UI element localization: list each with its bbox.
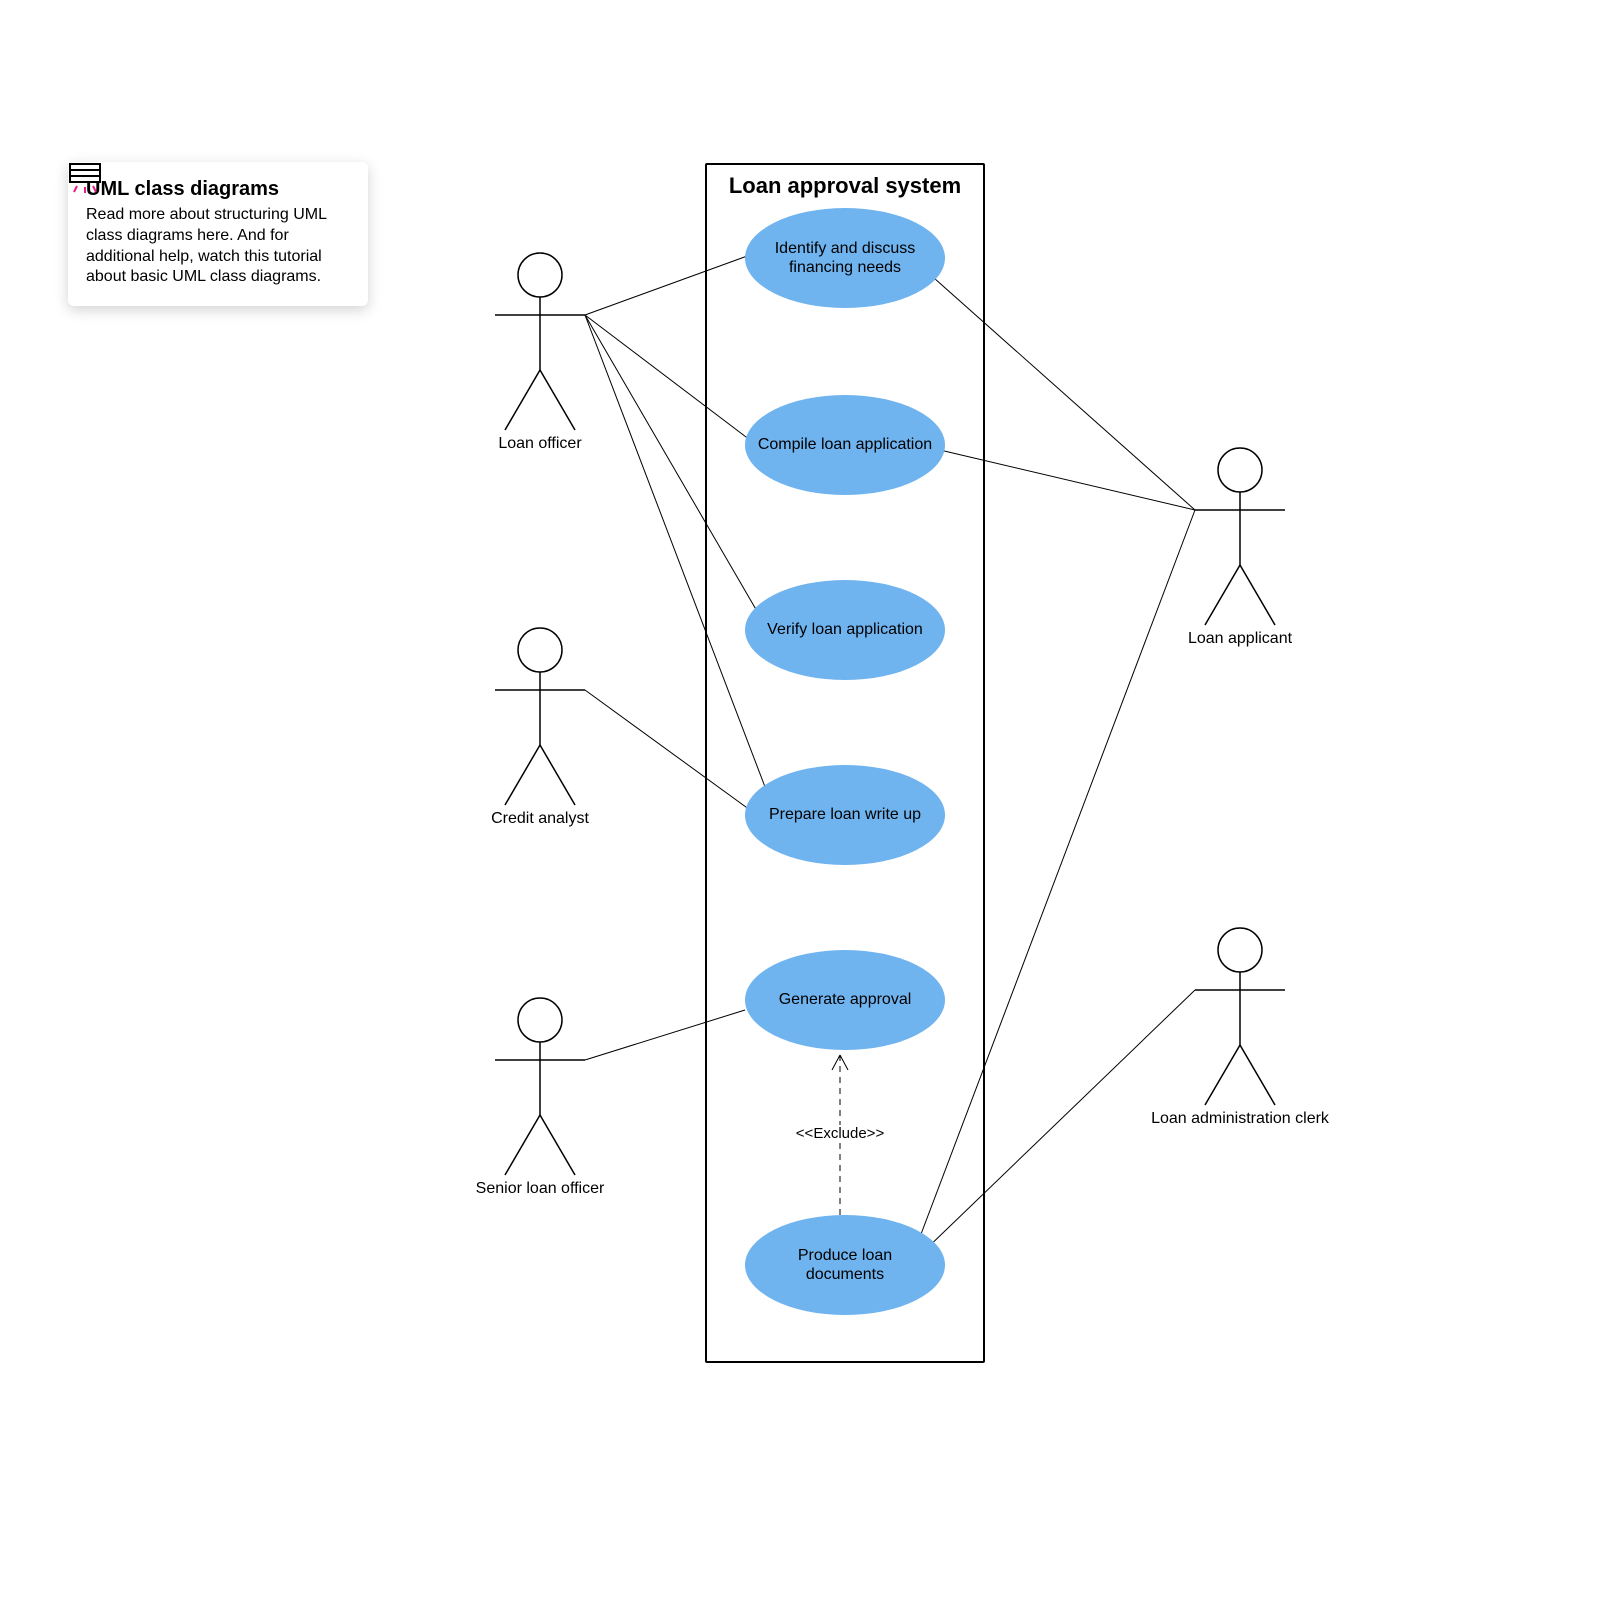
actor-label-loan-applicant: Loan applicant [1188,630,1292,648]
actor-loan-applicant-figure [1195,448,1285,625]
callout-title: UML class diagrams [86,178,279,201]
actor-loan-admin-clerk-figure [1195,928,1285,1105]
actor-label-loan-admin-clerk: Loan administration clerk [1130,1110,1350,1128]
usecase-compile-application: Compile loan application [745,395,945,495]
usecase-verify-application: Verify loan application [745,580,945,680]
actor-label-senior-loan-officer: Senior loan officer [476,1180,605,1198]
edge-label-exclude: <<Exclude>> [796,1125,884,1142]
actor-label-loan-officer: Loan officer [498,435,581,453]
system-title: Loan approval system [707,173,983,199]
system-boundary: Loan approval system [705,163,985,1363]
usecase-identify-discuss: Identify and discuss financing needs [745,208,945,308]
actor-loan-officer-figure [495,253,585,430]
actor-credit-analyst-figure [495,628,585,805]
callout-body: Read more about structuring UML class di… [86,205,350,288]
actor-senior-loan-officer-figure [495,998,585,1175]
usecase-generate-approval: Generate approval [745,950,945,1050]
info-callout-card: UML class diagrams Read more about struc… [68,162,368,306]
usecase-produce-documents: Produce loan documents [745,1215,945,1315]
actor-label-credit-analyst: Credit analyst [491,810,589,828]
usecase-prepare-writeup: Prepare loan write up [745,765,945,865]
